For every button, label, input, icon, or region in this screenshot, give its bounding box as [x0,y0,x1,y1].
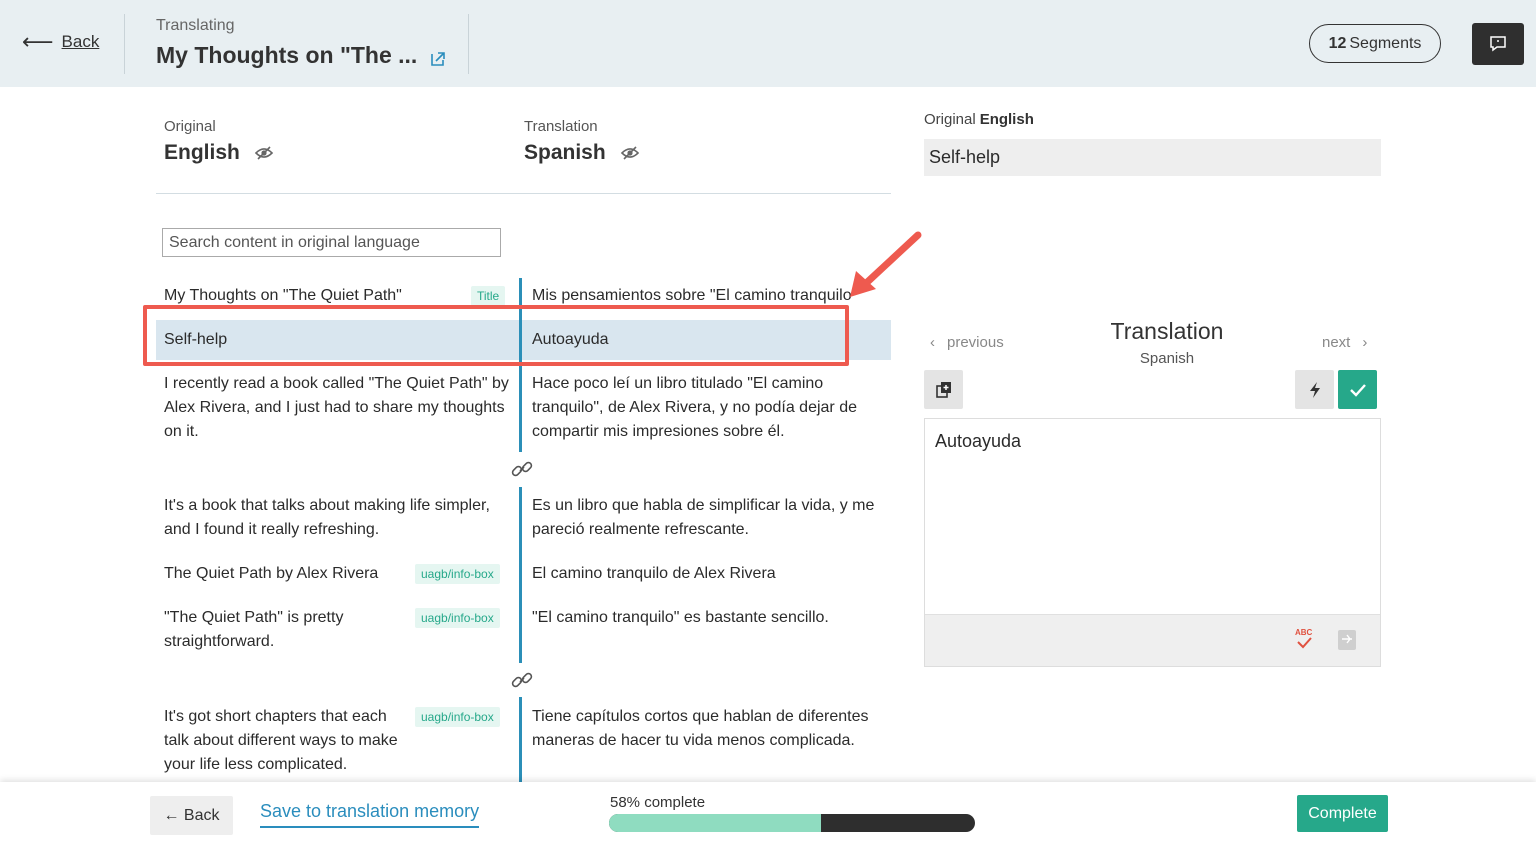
svg-text:ABC: ABC [1295,628,1313,637]
segment-original[interactable]: I recently read a book called "The Quiet… [164,372,509,444]
language-divider [156,193,891,194]
eye-slash-icon[interactable] [620,145,640,161]
panel-original-label: Original English [924,111,1034,128]
translation-editor[interactable]: Autoayuda ABC [924,418,1381,667]
segment-original[interactable]: The Quiet Path by Alex Rivera [164,562,409,586]
segments-count-badge[interactable]: 12 Segments [1309,24,1441,63]
check-icon [1349,383,1366,397]
external-link-icon[interactable] [429,50,447,68]
segment-tag: uagb/info-box [415,564,500,584]
column-divider [519,487,522,663]
spellcheck-icon[interactable]: ABC [1293,627,1315,651]
panel-original-text: Self-help [924,139,1381,176]
copy-icon [935,381,951,398]
footer-bar: ← Back Save to translation memory 58% co… [0,782,1536,848]
translation-language-block: Translation Spanish [524,118,640,165]
segment-original[interactable]: It's got short chapters that each talk a… [164,705,409,777]
highlight-box [143,305,849,366]
translation-language-name: Spanish [524,141,606,164]
back-link-label: Back [61,32,100,51]
header-divider [124,14,125,74]
segment-original[interactable]: It's a book that talks about making life… [164,494,514,542]
back-link[interactable]: ⟵ Back [22,29,100,54]
segment-tag: uagb/info-box [415,608,500,628]
segment-translation[interactable]: Hace poco leí un libro titulado "El cami… [532,372,877,444]
header-divider [468,14,469,74]
machine-translate-button[interactable] [1295,370,1334,409]
confirm-translation-button[interactable] [1338,370,1377,409]
panel-original-lang: English [979,111,1034,128]
chevron-right-icon: › [1362,334,1368,351]
progress-bar [609,814,975,832]
progress-bar-fill [609,814,822,832]
segment-translation[interactable]: Tiene capítulos cortos que hablan de dif… [532,705,877,753]
arrow-left-icon: ⟵ [22,29,54,54]
original-language-label: Original [164,118,216,135]
copy-source-button[interactable] [924,370,963,409]
translation-editor-text[interactable]: Autoayuda [935,431,1021,452]
comments-button[interactable] [1472,23,1524,65]
eye-slash-icon[interactable] [254,145,274,161]
complete-button[interactable]: Complete [1297,795,1388,832]
segment-tag: uagb/info-box [415,707,500,727]
previous-label: previous [947,334,1004,351]
chevron-left-icon: ‹ [930,334,935,351]
next-label: next [1322,334,1351,351]
editor-toolbar: ABC [925,614,1380,666]
next-segment-button[interactable]: next › [1322,334,1367,351]
column-divider [519,697,522,782]
progress-label: 58% complete [610,794,706,811]
segments-count: 12 [1328,34,1347,52]
top-header: ⟵ Back Translating My Thoughts on "The .… [0,0,1536,87]
page-title-text: My Thoughts on "The ... [156,42,418,68]
page-title: My Thoughts on "The ... [156,42,447,69]
comment-icon [1490,36,1506,52]
previous-segment-button[interactable]: ‹ previous [930,334,1004,351]
search-input[interactable] [162,228,501,257]
panel-original-label-text: Original [924,111,976,128]
link-icon[interactable] [509,667,535,693]
link-icon[interactable] [509,456,535,482]
footer-back-button[interactable]: ← Back [150,796,233,835]
translation-language-label: Translation [524,118,598,135]
segment-tag: Title [471,286,506,306]
annotation-arrow-icon [850,231,922,297]
panel-language: Spanish [1139,350,1195,367]
lightning-icon [1309,381,1320,398]
glossary-icon[interactable] [1337,629,1357,651]
original-language-name: English [164,141,240,164]
segment-translation[interactable]: Es un libro que habla de simplificar la … [532,494,877,542]
segments-label: Segments [1349,34,1422,52]
status-label: Translating [156,17,235,34]
panel-heading: Translation [1110,318,1224,344]
translation-language-name-row: Spanish [524,141,640,165]
save-to-memory-link[interactable]: Save to translation memory [260,801,480,828]
segment-translation[interactable]: "El camino tranquilo" es bastante sencil… [532,606,877,630]
original-language-block: Original English [164,118,274,165]
original-language-name-row: English [164,141,274,165]
segment-original[interactable]: "The Quiet Path" is pretty straightforwa… [164,606,394,654]
segment-translation[interactable]: El camino tranquilo de Alex Rivera [532,562,877,586]
